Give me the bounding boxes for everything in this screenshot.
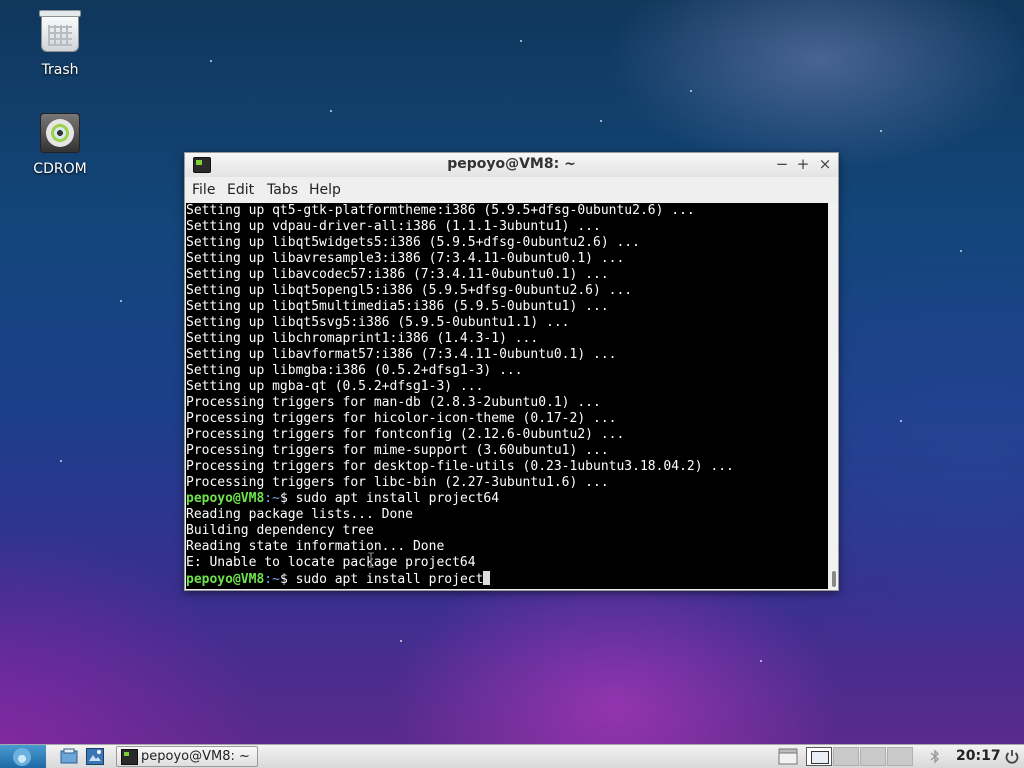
terminal-line: Processing triggers for man-db (2.8.3-2u… [186, 395, 601, 410]
show-desktop-icon[interactable] [86, 748, 104, 765]
terminal-scrollbar[interactable] [830, 203, 838, 589]
taskbar: pepoyo@VM8: ~ 20:17 [0, 744, 1024, 768]
command-input[interactable]: sudo apt install project [296, 572, 484, 587]
terminal-line: Processing triggers for hicolor-icon-the… [186, 411, 617, 426]
terminal-line: Setting up libmgba:i386 (0.5.2+dfsg1-3) … [186, 363, 523, 378]
title-bar[interactable]: pepoyo@VM8: ~ − + × [185, 153, 838, 177]
menu-help[interactable]: Help [309, 182, 341, 198]
terminal-output[interactable]: Setting up qt5-gtk-platformtheme:i386 (5… [186, 203, 828, 589]
scrollbar-thumb[interactable] [832, 571, 836, 587]
maximize-button[interactable]: + [794, 155, 812, 173]
desktop-icon-trash[interactable]: Trash [24, 10, 96, 78]
window-list-icon[interactable] [778, 748, 798, 765]
terminal-line: Setting up libchromaprint1:i386 (1.4.3-1… [186, 331, 539, 346]
terminal-line: Setting up qt5-gtk-platformtheme:i386 (5… [186, 203, 695, 218]
terminal-line: Setting up libqt5svg5:i386 (5.9.5-0ubunt… [186, 315, 570, 330]
taskbar-window-label: pepoyo@VM8: ~ [141, 749, 250, 764]
prompt-path: :~ [264, 572, 280, 587]
terminal-line: Processing triggers for desktop-file-uti… [186, 459, 734, 474]
prompt-symbol: $ [279, 572, 296, 587]
terminal-line: Setting up mgba-qt (0.5.2+dfsg1-3) ... [186, 379, 484, 394]
terminal-line: Setting up libavresample3:i386 (7:3.4.11… [186, 251, 625, 266]
minimize-button[interactable]: − [773, 155, 791, 173]
cdrom-icon [38, 113, 82, 157]
desktop-icon-cdrom[interactable]: CDROM [24, 110, 96, 177]
file-manager-icon[interactable] [60, 748, 78, 765]
taskbar-window-button[interactable]: pepoyo@VM8: ~ [116, 746, 258, 767]
terminal-line: E: Unable to locate package project64 [186, 555, 476, 570]
workspace-3[interactable] [860, 747, 886, 766]
workspace-4[interactable] [887, 747, 913, 766]
prompt-user: pepoyo@VM8 [186, 491, 265, 506]
prompt-user: pepoyo@VM8 [186, 572, 265, 587]
terminal-line: Setting up libavcodec57:i386 (7:3.4.11-0… [186, 267, 609, 282]
menu-edit[interactable]: Edit [227, 182, 254, 198]
terminal-line: Setting up libqt5multimedia5:i386 (5.9.5… [186, 299, 609, 314]
menu-tabs[interactable]: Tabs [267, 182, 298, 198]
workspace-1[interactable] [806, 747, 832, 766]
desktop-icon-label: Trash [41, 62, 79, 78]
terminal-line: Processing triggers for fontconfig (2.12… [186, 427, 625, 442]
close-button[interactable]: × [816, 155, 834, 173]
command-text: sudo apt install project64 [295, 491, 500, 506]
ibeam-cursor-icon [368, 552, 374, 568]
prompt-line: pepoyo@VM8:~$ sudo apt install project64 [186, 491, 828, 507]
start-menu-button[interactable] [0, 745, 46, 768]
terminal-line: Reading state information... Done [186, 539, 445, 554]
prompt-line: pepoyo@VM8:~$ sudo apt install project [186, 571, 828, 587]
terminal-line: Processing triggers for libc-bin (2.27-3… [186, 475, 609, 490]
desktop-icon-label: CDROM [33, 161, 87, 177]
bluetooth-icon[interactable] [928, 748, 942, 765]
terminal-line: Setting up libqt5opengl5:i386 (5.9.5+dfs… [186, 283, 633, 298]
clock[interactable]: 20:17 [956, 748, 1001, 764]
prompt-path: :~ [264, 491, 280, 506]
terminal-line: Processing triggers for mime-support (3.… [186, 443, 609, 458]
terminal-line: Building dependency tree [186, 523, 374, 538]
terminal-icon [121, 749, 138, 765]
terminal-line: Setting up libavformat57:i386 (7:3.4.11-… [186, 347, 617, 362]
menu-bar: File Edit Tabs Help [185, 179, 838, 201]
terminal-window: pepoyo@VM8: ~ − + × File Edit Tabs Help … [184, 152, 839, 591]
workspace-2[interactable] [833, 747, 859, 766]
terminal-line: Setting up libqt5widgets5:i386 (5.9.5+df… [186, 235, 640, 250]
text-cursor [483, 571, 491, 585]
window-title: pepoyo@VM8: ~ [447, 156, 576, 172]
terminal-line: Reading package lists... Done [186, 507, 413, 522]
power-icon[interactable] [1004, 748, 1020, 765]
terminal-line: Setting up vdpau-driver-all:i386 (1.1.1-… [186, 219, 601, 234]
trash-icon [38, 10, 82, 58]
menu-file[interactable]: File [192, 182, 215, 198]
prompt-symbol: $ [279, 491, 296, 506]
